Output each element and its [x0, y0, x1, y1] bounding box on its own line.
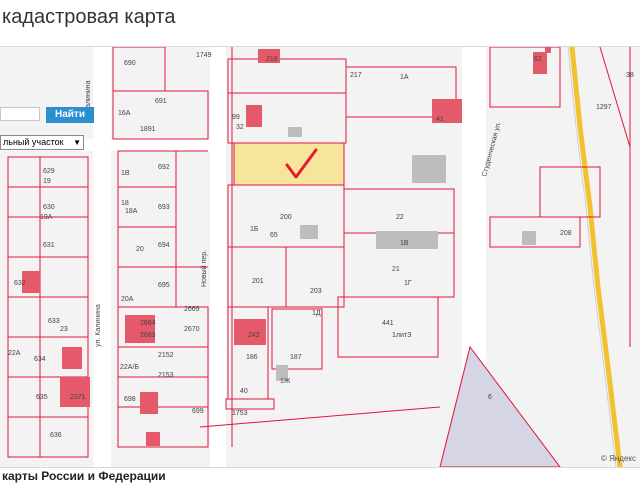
road-novy	[210, 47, 226, 467]
parcel-label: 208	[560, 230, 572, 237]
map-canvas[interactable]: 690 691 1891 16А 217 1А 99 32 41 218 129…	[0, 47, 640, 467]
parcel-label: 242	[248, 332, 260, 339]
selected-parcel[interactable]	[233, 142, 345, 186]
parcel-label: 19	[43, 178, 51, 185]
street-label-kalinina: ул. Калинина	[95, 304, 102, 347]
footer-heading: карты России и Федерации	[2, 469, 166, 483]
find-button[interactable]: Найти	[46, 107, 94, 123]
road-kalinina	[93, 47, 111, 467]
map-attribution: © Яндекс	[600, 454, 636, 463]
parcel-label: 694	[158, 242, 170, 249]
parcel-label: 1Г	[404, 280, 412, 287]
parcel-label: 634	[34, 356, 46, 363]
type-select[interactable]: льный участок ▼	[0, 135, 84, 150]
parcel-label: 187	[290, 354, 302, 361]
parcel-label: 18А	[125, 208, 138, 215]
type-select-value: льный участок	[3, 137, 64, 147]
parcel-label: 6	[488, 394, 492, 401]
parcel-label: 2683	[140, 332, 156, 339]
parcel-label: 22	[396, 214, 404, 221]
parcel-label: 1297	[596, 104, 612, 111]
parcel-label: 1891	[140, 126, 156, 133]
parcel-label: 2669	[184, 306, 200, 313]
parcel-label: 2684	[140, 320, 156, 327]
parcel-label: 1А	[400, 74, 409, 81]
parcel-label: 692	[158, 164, 170, 171]
parcel-label: 629	[43, 168, 55, 175]
parcel-label: 1литЗ	[392, 332, 411, 339]
parcel-label: 633	[48, 318, 60, 325]
parcel-label: 2670	[184, 326, 200, 333]
parcel-label: 441	[382, 320, 394, 327]
parcel-label: 23	[60, 326, 68, 333]
parcel-label: 200	[280, 214, 292, 221]
parcel-label: 16А	[118, 110, 131, 117]
parcel-label: 1В	[121, 170, 130, 177]
cadastral-map[interactable]: 690 691 1891 16А 217 1А 99 32 41 218 129…	[0, 46, 640, 468]
parcel-label: 635	[36, 394, 48, 401]
parcel-label: 217	[350, 72, 362, 79]
parcel-label: 1753	[232, 410, 248, 417]
parcel-label: 203	[310, 288, 322, 295]
parcel-label: 62	[534, 56, 542, 63]
parcel-label: 201	[252, 278, 264, 285]
parcel-label: 1Б	[250, 226, 259, 233]
parcel-label: 99	[232, 114, 240, 121]
parcel-label: 693	[158, 204, 170, 211]
parcel-label: 1749	[196, 52, 212, 59]
parcel-label: 1В	[400, 240, 409, 247]
parcel-label: 22А/Б	[120, 364, 139, 371]
parcel-label: 632	[14, 280, 26, 287]
header: кадастровая карта	[0, 0, 640, 42]
parcel-label: 41	[436, 116, 444, 123]
chevron-down-icon: ▼	[73, 138, 81, 147]
page-title: кадастровая карта	[2, 6, 176, 28]
parcel-label: 630	[43, 204, 55, 211]
parcel-label: 38	[626, 72, 634, 79]
parcel-label: 690	[124, 60, 136, 67]
parcel-label: 2152	[158, 352, 174, 359]
parcel-label: 18	[121, 200, 129, 207]
parcel-label: 65	[270, 232, 278, 239]
parcel-label: 186	[246, 354, 258, 361]
parcel-label: 2371	[70, 394, 86, 401]
parcel-label: 22А	[8, 350, 21, 357]
parcel-label: 698	[124, 396, 136, 403]
parcel-label: 1Д	[312, 310, 321, 317]
parcel-label: 2153	[158, 372, 174, 379]
parcel-label: 20	[136, 246, 144, 253]
parcel-label: 218	[266, 56, 278, 63]
parcel-label: 699	[192, 408, 204, 415]
parcel-label: 631	[43, 242, 55, 249]
parcel-label: 40	[240, 388, 248, 395]
parcel-label: 32	[236, 124, 244, 131]
parcel-label: 695	[158, 282, 170, 289]
search-input[interactable]	[0, 107, 40, 121]
parcel-label: 20А	[121, 296, 134, 303]
triangle-parcel	[439, 345, 561, 467]
parcel-label: 19А	[40, 214, 53, 221]
parcel-label: 691	[155, 98, 167, 105]
parcel-label: 1Ж	[280, 378, 291, 385]
parcel-label: 21	[392, 266, 400, 273]
street-label-novy: Новый пер.	[200, 250, 208, 287]
parcel-label: 636	[50, 432, 62, 439]
